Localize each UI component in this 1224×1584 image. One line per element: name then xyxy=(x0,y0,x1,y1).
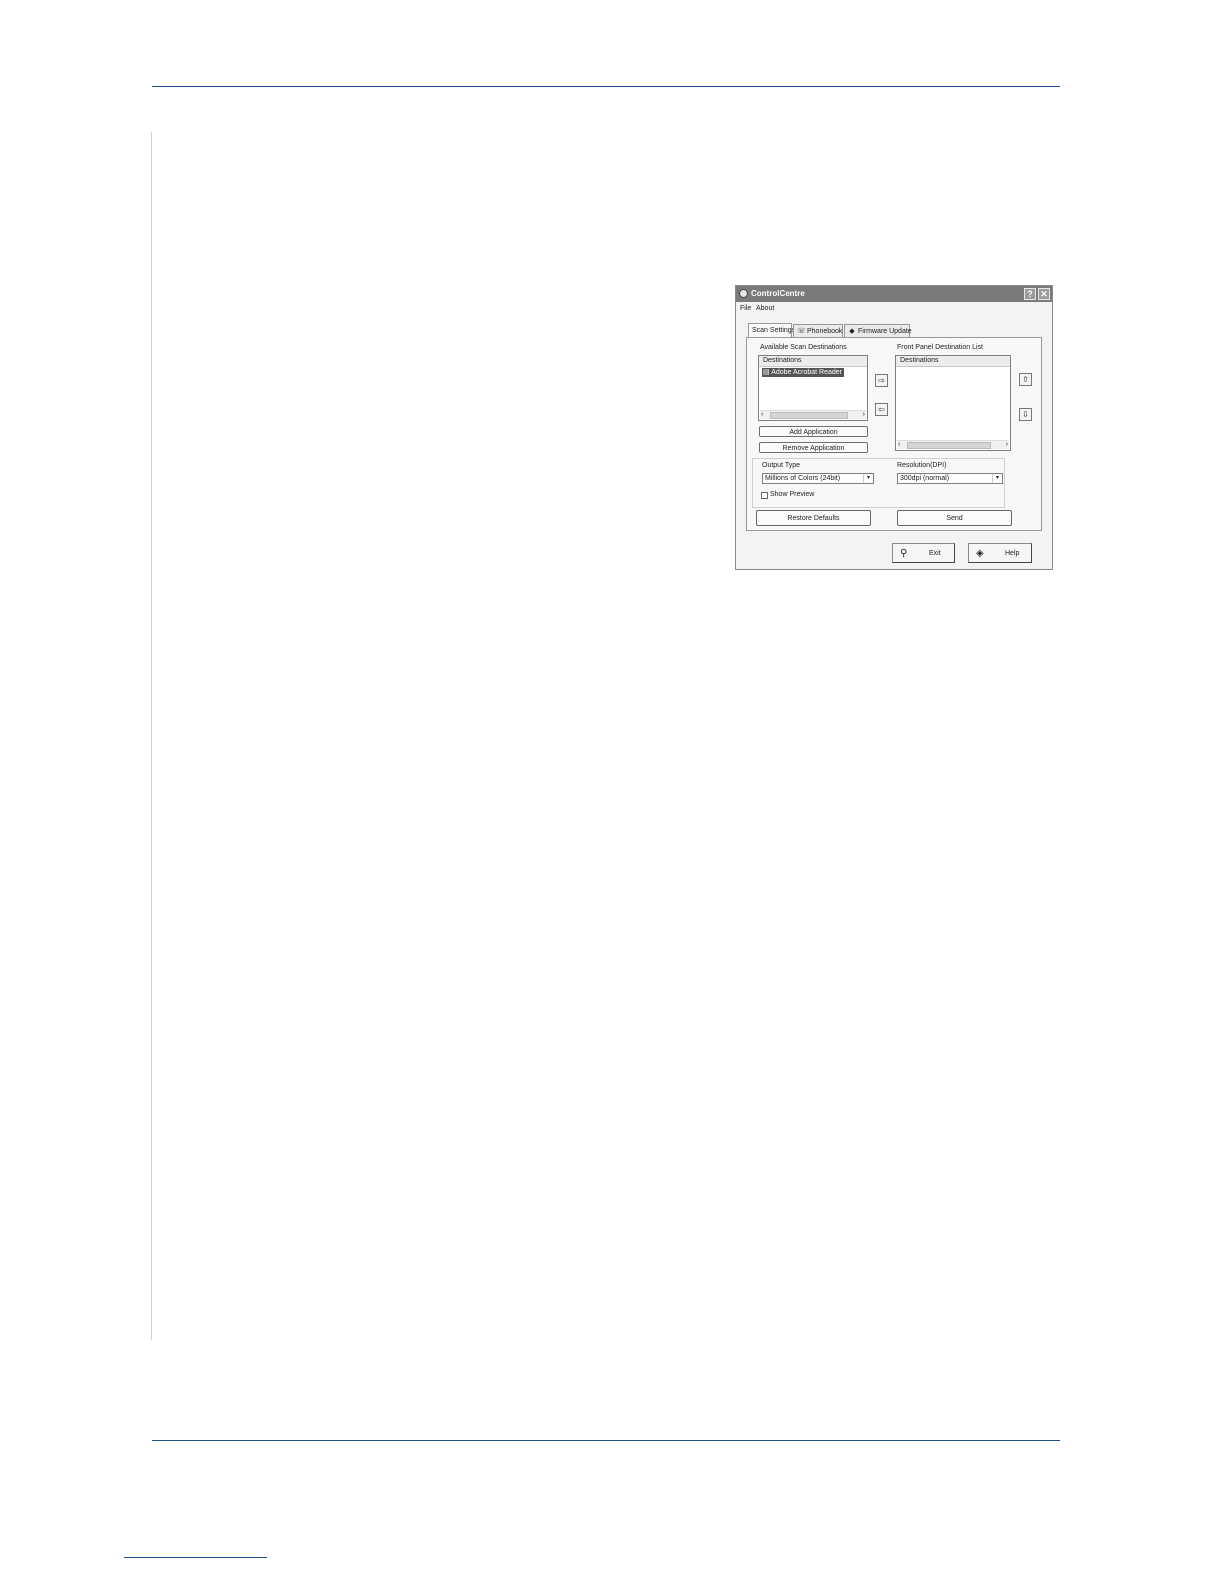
app-icon xyxy=(739,289,748,298)
scroll-thumb[interactable] xyxy=(770,412,848,419)
tab-firmware-update[interactable]: ◆ Firmware Update xyxy=(844,324,912,337)
footer-short-rule xyxy=(124,1557,267,1558)
scroll-left-icon[interactable]: ‹ xyxy=(898,441,900,449)
exit-icon: ⚲ xyxy=(900,548,908,559)
move-up-button[interactable]: ⇧ xyxy=(1019,373,1032,386)
arrow-left-icon: ⇦ xyxy=(878,405,885,414)
chevron-down-icon[interactable]: ▾ xyxy=(863,474,873,483)
close-button[interactable]: ✕ xyxy=(1038,288,1050,300)
tab-firmware-update-label: Firmware Update xyxy=(858,328,912,335)
tab-phonebook-label: Phonebook xyxy=(807,328,843,335)
resolution-select[interactable]: 300dpi (normal) ▾ xyxy=(897,473,1003,484)
front-panel-destinations-header[interactable]: Destinations xyxy=(896,356,1010,367)
help-button[interactable]: ◈ Help xyxy=(968,543,1032,563)
help-book-icon: ◈ xyxy=(976,548,984,559)
show-preview-checkbox[interactable] xyxy=(761,492,768,499)
menu-about[interactable]: About xyxy=(756,303,774,315)
chevron-down-icon[interactable]: ▾ xyxy=(992,474,1002,483)
remove-application-button[interactable]: Remove Application xyxy=(759,442,868,453)
help-button-label: Help xyxy=(1005,550,1020,557)
tab-scan-settings-label: Scan Settings xyxy=(752,327,796,334)
restore-defaults-button[interactable]: Restore Defaults xyxy=(756,510,871,526)
scroll-thumb[interactable] xyxy=(907,442,991,449)
help-title-button[interactable]: ? xyxy=(1024,288,1036,300)
margin-rule xyxy=(151,132,152,1340)
resolution-label: Resolution(DPI) xyxy=(897,462,947,469)
send-button[interactable]: Send xyxy=(897,510,1012,526)
footer-rule xyxy=(152,1440,1060,1441)
show-preview-label[interactable]: Show Preview xyxy=(770,491,814,498)
exit-button-label: Exit xyxy=(929,550,941,557)
move-down-button[interactable]: ⇩ xyxy=(1019,408,1032,421)
controlcentre-window: ControlCentre ? ✕ File About Scan Settin… xyxy=(735,285,1053,570)
scan-settings-panel: Available Scan Destinations Destinations… xyxy=(746,337,1042,531)
acrobat-icon: ▤ xyxy=(763,369,770,376)
arrow-down-icon: ⇩ xyxy=(1022,410,1029,419)
header-rule xyxy=(152,86,1060,87)
arrow-up-icon: ⇧ xyxy=(1022,375,1029,384)
add-application-button[interactable]: Add Application xyxy=(759,426,868,437)
available-destinations-label: Available Scan Destinations xyxy=(760,344,847,351)
move-right-button[interactable]: ⇨ xyxy=(875,374,888,387)
destination-adobe-acrobat-reader[interactable]: ▤ Adobe Acrobat Reader xyxy=(762,368,845,377)
resolution-value: 300dpi (normal) xyxy=(900,475,950,482)
front-hscrollbar[interactable]: ‹ › xyxy=(897,440,1009,449)
scroll-left-icon[interactable]: ‹ xyxy=(761,411,763,419)
front-panel-destinations-list[interactable]: Destinations ‹ › xyxy=(895,355,1011,451)
exit-button[interactable]: ⚲ Exit xyxy=(892,543,955,563)
menu-file[interactable]: File xyxy=(740,303,751,315)
menu-bar: File About xyxy=(736,303,1052,315)
scan-options-group: Output Type Millions of Colors (24bit) ▾… xyxy=(752,458,1005,508)
title-bar[interactable]: ControlCentre ? ✕ xyxy=(736,286,1052,302)
available-destinations-header[interactable]: Destinations xyxy=(759,356,867,367)
output-type-select[interactable]: Millions of Colors (24bit) ▾ xyxy=(762,473,874,484)
window-title: ControlCentre xyxy=(751,289,805,298)
move-left-button[interactable]: ⇦ xyxy=(875,403,888,416)
output-type-value: Millions of Colors (24bit) xyxy=(765,475,841,482)
scroll-right-icon[interactable]: › xyxy=(863,411,865,419)
arrow-right-icon: ⇨ xyxy=(878,376,885,385)
scroll-right-icon[interactable]: › xyxy=(1006,441,1008,449)
output-type-label: Output Type xyxy=(762,462,801,469)
tab-scan-settings[interactable]: Scan Settings xyxy=(748,323,796,337)
tab-phonebook[interactable]: ☏Phonebook xyxy=(793,324,843,337)
front-panel-label: Front Panel Destination List xyxy=(897,344,983,351)
available-destinations-list[interactable]: Destinations ▤ Adobe Acrobat Reader ‹ › xyxy=(758,355,868,421)
available-hscrollbar[interactable]: ‹ › xyxy=(760,410,866,419)
